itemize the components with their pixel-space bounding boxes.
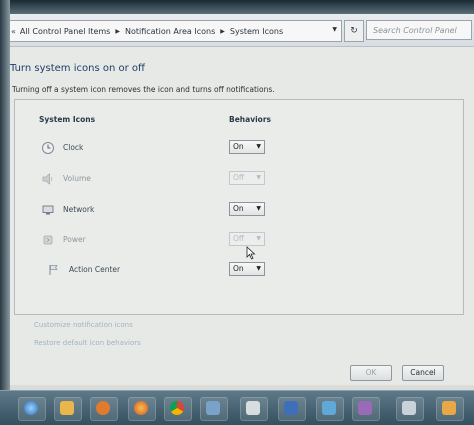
firefox-icon	[134, 401, 148, 415]
breadcrumb-item-system-icons[interactable]: System Icons	[230, 27, 283, 36]
select-value: Off	[233, 173, 245, 182]
breadcrumb-item-notification-area-icons[interactable]: Notification Area Icons	[125, 27, 215, 36]
chevron-down-icon: ▼	[256, 174, 261, 181]
taskbar-media-button[interactable]	[90, 397, 118, 421]
app-icon	[206, 401, 220, 415]
taskbar-app4-button[interactable]	[396, 397, 424, 421]
flag-icon	[49, 265, 58, 275]
speaker-icon	[42, 173, 53, 185]
row-label-clock: Clock	[63, 143, 84, 152]
power-icon	[43, 235, 53, 245]
main-content: Turn system icons on or off Turning off …	[10, 47, 474, 385]
taskbar-app3-button[interactable]	[352, 397, 380, 421]
clock-behavior-select[interactable]: On ▼	[229, 140, 265, 154]
breadcrumb-chevron-icon[interactable]: ▶	[220, 28, 225, 35]
mouse-cursor-icon	[246, 246, 256, 260]
taskbar-explorer-button[interactable]	[54, 397, 82, 421]
table-row: Volume Off ▼	[15, 171, 463, 191]
table-row: Clock On ▼	[15, 140, 463, 160]
select-value: Off	[233, 234, 245, 243]
app-icon	[442, 401, 456, 415]
taskbar-calculator-button[interactable]	[240, 397, 268, 421]
row-label-action-center: Action Center	[69, 265, 121, 274]
breadcrumb-chevron-icon[interactable]: ▶	[115, 28, 120, 35]
address-dropdown-icon[interactable]: ▼	[332, 26, 337, 33]
row-label-power: Power	[63, 235, 86, 244]
calculator-icon	[246, 401, 260, 415]
chrome-icon	[170, 401, 184, 415]
row-label-network: Network	[63, 205, 95, 214]
chevron-down-icon: ▼	[256, 143, 261, 150]
volume-behavior-select[interactable]: Off ▼	[229, 171, 265, 185]
app-icon	[402, 401, 416, 415]
app-icon	[322, 401, 336, 415]
page-description: Turning off a system icon removes the ic…	[12, 85, 275, 94]
address-bar: « All Control Panel Items ▶ Notification…	[0, 14, 474, 47]
search-input[interactable]: Search Control Panel	[366, 20, 472, 40]
page-title: Turn system icons on or off	[10, 63, 145, 74]
table-row: Action Center On ▼	[15, 262, 463, 282]
refresh-button[interactable]: ↻	[344, 20, 364, 42]
chevron-down-icon: ▼	[256, 205, 261, 212]
customize-notification-icons-link[interactable]: Customize notification icons	[34, 321, 133, 329]
table-row: Power Off ▼	[15, 232, 463, 252]
taskbar-word-button[interactable]	[278, 397, 306, 421]
select-value: On	[233, 142, 244, 151]
cancel-button[interactable]: Cancel	[402, 365, 444, 381]
taskbar-app-button[interactable]	[200, 397, 228, 421]
search-placeholder: Search Control Panel	[373, 25, 457, 35]
column-header-system-icons: System Icons	[39, 115, 96, 124]
taskbar-firefox-button[interactable]	[128, 397, 156, 421]
chevron-down-icon: ▼	[256, 265, 261, 272]
app-icon	[358, 401, 372, 415]
select-value: On	[233, 264, 244, 273]
power-behavior-select[interactable]: Off ▼	[229, 232, 265, 246]
start-button[interactable]	[18, 397, 46, 421]
action-center-behavior-select[interactable]: On ▼	[229, 262, 265, 276]
system-icons-panel: System Icons Behaviors Clock On ▼ Volume…	[14, 99, 464, 315]
taskbar-app5-button[interactable]	[436, 397, 464, 421]
taskbar-chrome-button[interactable]	[164, 397, 192, 421]
breadcrumb-item-all-control-panel[interactable]: All Control Panel Items	[20, 27, 110, 36]
taskbar-app2-button[interactable]	[316, 397, 344, 421]
restore-default-behaviors-link[interactable]: Restore default icon behaviors	[34, 339, 141, 347]
word-icon	[284, 401, 298, 415]
column-header-behaviors: Behaviors	[229, 115, 271, 124]
clock-icon	[42, 142, 54, 154]
network-behavior-select[interactable]: On ▼	[229, 202, 265, 216]
ok-button[interactable]: OK	[350, 365, 392, 381]
screen-bezel	[0, 0, 474, 14]
refresh-icon: ↻	[350, 26, 358, 36]
row-label-volume: Volume	[63, 174, 91, 183]
media-player-icon	[96, 401, 110, 415]
select-value: On	[233, 204, 244, 213]
folder-icon	[60, 401, 74, 415]
address-box[interactable]: « All Control Panel Items ▶ Notification…	[6, 20, 342, 42]
table-row: Network On ▼	[15, 202, 463, 222]
taskbar	[0, 390, 474, 425]
chevron-down-icon: ▼	[256, 235, 261, 242]
windows-logo-icon	[24, 401, 38, 415]
screen-bezel-left	[0, 0, 10, 424]
breadcrumb-overflow-icon[interactable]: «	[11, 27, 16, 36]
network-icon	[42, 205, 54, 215]
